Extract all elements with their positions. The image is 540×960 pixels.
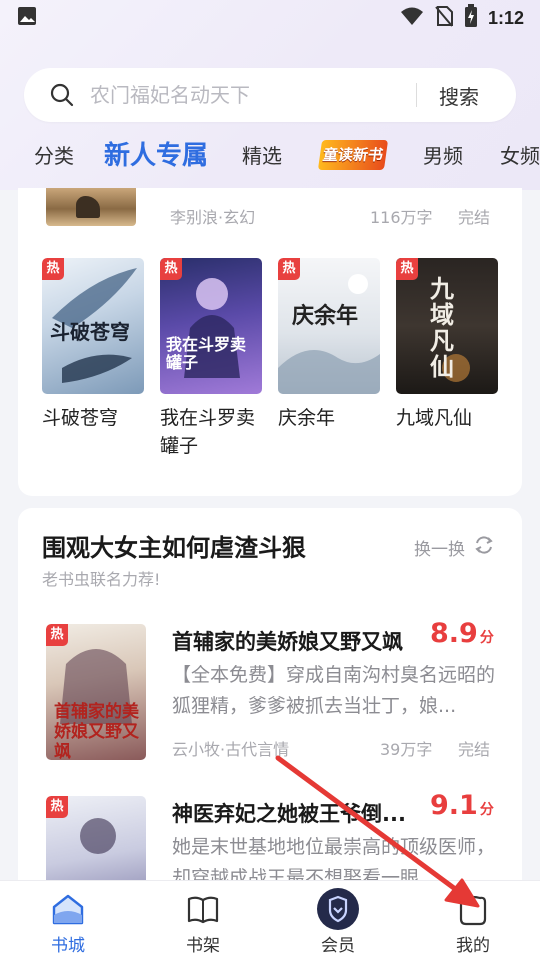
partial-book-meta: 李别浪·玄幻 bbox=[170, 208, 256, 227]
bookstore-icon bbox=[50, 893, 86, 927]
profile-icon bbox=[455, 893, 491, 927]
search-divider bbox=[416, 83, 417, 107]
refresh-label: 换一换 bbox=[414, 540, 465, 560]
tab-new-user[interactable]: 新人专属 bbox=[104, 134, 208, 178]
search-button[interactable]: 搜索 bbox=[439, 81, 479, 110]
status-time: 1:12 bbox=[487, 7, 524, 28]
bookshelf-icon bbox=[185, 893, 221, 927]
book-name[interactable]: 庆余年 bbox=[278, 404, 386, 432]
book-cover[interactable]: 斗破苍穹 热 bbox=[42, 258, 144, 394]
partial-book-words: 116万字 bbox=[370, 208, 433, 227]
nav-bookshelf[interactable]: 书架 bbox=[163, 881, 243, 960]
refresh-button[interactable]: 换一换 bbox=[414, 534, 495, 561]
cover-text: 九域凡仙 bbox=[430, 274, 454, 381]
refresh-icon bbox=[473, 534, 495, 561]
image-icon bbox=[16, 5, 38, 31]
hot-badge: 热 bbox=[396, 258, 418, 280]
book-title[interactable]: 神医弃妃之她被王爷倒... bbox=[172, 798, 430, 828]
book-score: 8.9 分 bbox=[430, 618, 494, 649]
category-tabs: 分类 新人专属 精选 童读新书 男频 女频 bbox=[0, 134, 540, 178]
bottom-nav: 书城 书架 会员 我的 bbox=[0, 880, 540, 960]
score-unit: 分 bbox=[479, 802, 494, 818]
book-cover[interactable]: 庆余年 热 bbox=[278, 258, 380, 394]
search-bar[interactable]: 搜索 bbox=[24, 68, 516, 122]
nav-bookstore[interactable]: 书城 bbox=[28, 881, 108, 960]
book-name[interactable]: 九域凡仙 bbox=[396, 404, 504, 432]
cover-text: 我在斗罗卖罐子 bbox=[166, 335, 247, 372]
nav-label: 书城 bbox=[51, 936, 85, 956]
nav-vip[interactable]: 会员 bbox=[298, 881, 378, 960]
status-bar: 1:12 bbox=[0, 0, 540, 36]
search-input[interactable] bbox=[90, 80, 410, 110]
section-subtitle: 老书虫联名力荐! bbox=[42, 570, 161, 589]
book-cover[interactable]: 九域凡仙 热 bbox=[396, 258, 498, 394]
hot-badge: 热 bbox=[160, 258, 182, 280]
wifi-icon bbox=[400, 6, 424, 30]
hot-badge: 热 bbox=[46, 624, 68, 646]
tab-male[interactable]: 男频 bbox=[423, 134, 463, 178]
book-status: 完结 bbox=[458, 740, 491, 759]
book-title[interactable]: 首辅家的美娇娘又野又飒 bbox=[172, 626, 434, 656]
book-name[interactable]: 我在斗罗卖罐子 bbox=[160, 404, 268, 460]
cover-text: 首辅家的美娇娘又野又飒 bbox=[54, 702, 139, 760]
partial-book-cover[interactable] bbox=[46, 188, 136, 226]
hot-badge: 热 bbox=[42, 258, 64, 280]
cover-text: 庆余年 bbox=[292, 303, 359, 329]
hot-badge: 热 bbox=[278, 258, 300, 280]
nav-label: 会员 bbox=[321, 936, 355, 956]
recommend-list-card: 围观大女主如何虐渣斗狠 老书虫联名力荐! 换一换 首辅家的美娇娘又野又飒 热 首… bbox=[18, 508, 522, 932]
book-cover[interactable]: 我在斗罗卖罐子 热 bbox=[160, 258, 262, 394]
book-cover[interactable]: 首辅家的美娇娘又野又飒 热 bbox=[46, 624, 146, 760]
nav-profile[interactable]: 我的 bbox=[433, 881, 513, 960]
book-meta: 云小牧·古代言情 bbox=[172, 740, 290, 759]
score-value: 9.1 bbox=[430, 790, 478, 821]
hot-badge: 热 bbox=[46, 796, 68, 818]
book-description: 【全本免费】穿成自南沟村臭名远昭的狐狸精，爹爹被抓去当壮丁，娘... bbox=[172, 664, 496, 717]
vip-shield-icon bbox=[316, 887, 360, 931]
no-sim-icon bbox=[434, 5, 454, 31]
search-icon[interactable] bbox=[50, 82, 76, 108]
nav-label: 我的 bbox=[456, 936, 490, 956]
section-title: 围观大女主如何虐渣斗狠 bbox=[42, 534, 306, 562]
cover-text: 斗破苍穹 bbox=[50, 320, 130, 344]
nav-label: 书架 bbox=[186, 936, 220, 956]
tab-female[interactable]: 女频 bbox=[500, 134, 540, 178]
book-words: 39万字 bbox=[380, 740, 433, 759]
battery-charging-icon bbox=[464, 4, 478, 32]
score-unit: 分 bbox=[479, 630, 494, 646]
tab-category[interactable]: 分类 bbox=[34, 134, 74, 178]
tab-featured[interactable]: 精选 bbox=[242, 134, 282, 178]
book-grid-card: 李别浪·玄幻 116万字 完结 斗破苍穹 热 斗破苍穹 我在斗罗卖罐子 热 我在… bbox=[18, 188, 522, 496]
book-name[interactable]: 斗破苍穹 bbox=[42, 404, 150, 432]
partial-book-status: 完结 bbox=[458, 208, 491, 227]
book-score: 9.1 分 bbox=[430, 790, 494, 821]
tab-kids-new-books[interactable]: 童读新书 bbox=[317, 140, 389, 170]
score-value: 8.9 bbox=[430, 618, 478, 649]
